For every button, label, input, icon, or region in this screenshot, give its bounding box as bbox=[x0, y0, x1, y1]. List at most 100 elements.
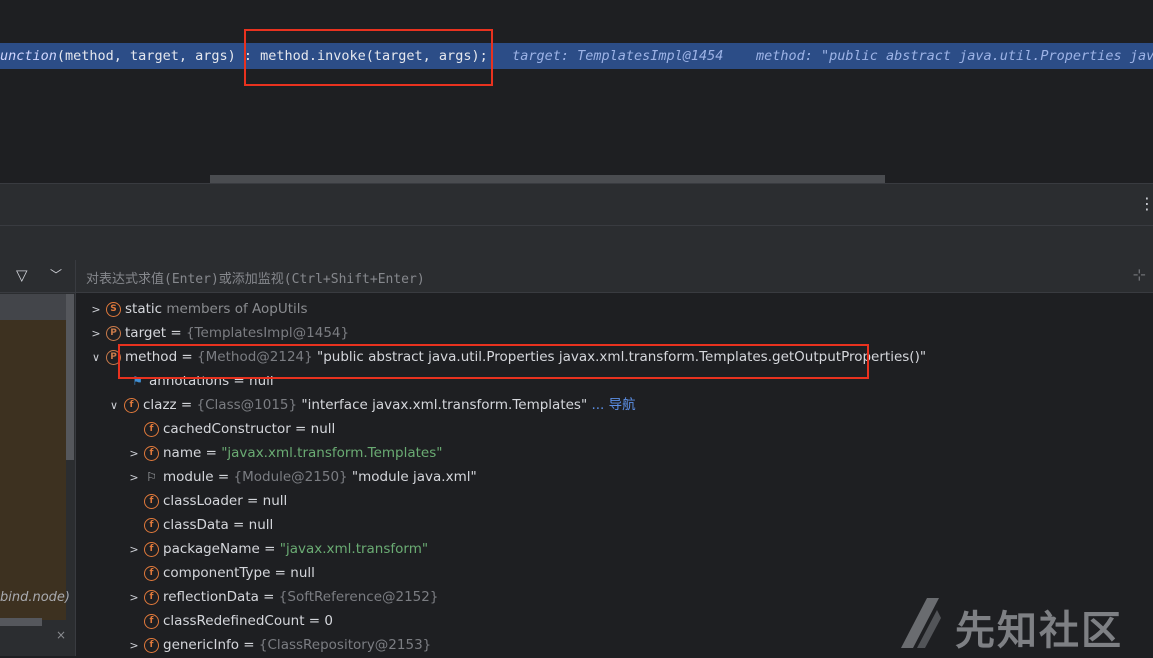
tree-row-packageName[interactable]: > f packageName = "javax.xml.transform" bbox=[126, 537, 428, 561]
var-ref: {Class@1015} bbox=[196, 397, 298, 413]
field-icon: f bbox=[144, 541, 159, 557]
equals: = bbox=[176, 397, 197, 413]
parameter-icon: P bbox=[106, 349, 121, 365]
var-name: componentType bbox=[163, 565, 271, 581]
tree-row-classLoader[interactable]: f classLoader = null bbox=[142, 489, 287, 513]
parameter-icon: P bbox=[106, 325, 121, 341]
var-string: "interface javax.xml.transform.Templates… bbox=[297, 397, 588, 413]
var-ref: {SoftReference@2152} bbox=[278, 589, 439, 605]
static-icon: S bbox=[106, 301, 121, 317]
var-name: packageName bbox=[163, 541, 260, 557]
code-editor[interactable]: unction(method, target, args) : method.i… bbox=[0, 0, 1153, 183]
variables-panel: 对表达式求值(Enter)或添加监视(Ctrl+Shift+Enter) ⊹ >… bbox=[75, 260, 1153, 656]
tree-row-annotations[interactable]: ⚑ annotations = null bbox=[128, 373, 274, 393]
add-watch-icon[interactable]: ⊹ bbox=[1133, 267, 1146, 283]
frames-horizontal-scrollbar[interactable] bbox=[0, 618, 42, 626]
var-name: target bbox=[125, 325, 167, 341]
var-ref: {Module@2150} bbox=[233, 469, 348, 485]
evaluate-input[interactable]: 对表达式求值(Enter)或添加监视(Ctrl+Shift+Enter) bbox=[86, 268, 425, 287]
field-icon: f bbox=[144, 445, 159, 461]
var-name: classLoader bbox=[163, 493, 243, 509]
expand-icon[interactable]: > bbox=[126, 538, 142, 562]
equals: = bbox=[177, 349, 198, 365]
equals: = bbox=[166, 325, 186, 341]
tree-row-reflectionData[interactable]: > f reflectionData = {SoftReference@2152} bbox=[126, 585, 438, 609]
tree-row-target[interactable]: > Ptarget = {TemplatesImpl@1454} bbox=[88, 321, 349, 345]
more-vertical-icon[interactable]: ⋮ bbox=[1139, 194, 1153, 214]
var-name: module bbox=[163, 469, 214, 485]
tree-row-cachedConstructor[interactable]: f cachedConstructor = null bbox=[142, 417, 335, 441]
var-name: method bbox=[125, 349, 178, 365]
function-args: (method, target, args) bbox=[56, 48, 244, 64]
field-icon: f bbox=[124, 397, 139, 413]
equals: = bbox=[259, 541, 280, 557]
frames-vertical-scrollbar[interactable] bbox=[66, 294, 74, 460]
frames-list[interactable] bbox=[0, 320, 66, 620]
evaluate-expression-bar[interactable]: 对表达式求值(Enter)或添加监视(Ctrl+Shift+Enter) ⊹ bbox=[76, 260, 1153, 293]
navigate-link[interactable]: ... 导航 bbox=[587, 397, 635, 413]
frames-panel: ▽ ﹀ bind.node) × bbox=[0, 260, 75, 656]
var-value: null bbox=[249, 373, 274, 389]
equals: = bbox=[228, 517, 249, 533]
expand-icon[interactable]: > bbox=[88, 298, 104, 322]
var-name: classData bbox=[163, 517, 229, 533]
row-rest: members of AopUtils bbox=[162, 301, 308, 317]
tree-row-module[interactable]: > ⚐ module = {Module@2150} "module java.xm… bbox=[126, 465, 476, 490]
watermark-text: 先知社区 bbox=[955, 608, 1123, 654]
editor-horizontal-scrollbar[interactable] bbox=[210, 175, 885, 183]
var-string: "javax.xml.transform" bbox=[279, 541, 429, 557]
close-icon[interactable]: × bbox=[56, 628, 66, 642]
chevron-down-icon[interactable]: ﹀ bbox=[50, 267, 62, 283]
separator: : bbox=[243, 48, 252, 64]
expand-icon[interactable]: > bbox=[126, 466, 142, 490]
field-icon: f bbox=[144, 565, 159, 581]
function-name: unction bbox=[0, 48, 57, 64]
var-name: name bbox=[163, 445, 202, 461]
var-ref: {ClassRepository@2153} bbox=[258, 637, 432, 653]
inline-hint-target: target: TemplatesImpl@1454 bbox=[512, 48, 724, 64]
equals: = bbox=[242, 493, 263, 509]
tree-row-genericInfo[interactable]: > f genericInfo = {ClassRepository@2153} bbox=[126, 633, 431, 657]
expand-icon[interactable]: > bbox=[88, 322, 104, 346]
expand-icon[interactable]: > bbox=[126, 634, 142, 658]
var-string: "javax.xml.transform.Templates" bbox=[221, 445, 443, 461]
collapse-icon[interactable]: ∨ bbox=[106, 394, 122, 418]
var-ref: {Method@2124} bbox=[197, 349, 313, 365]
tree-row-clazz[interactable]: ∨ f clazz = {Class@1015} "interface javax.… bbox=[106, 393, 636, 417]
frames-filter-row: ▽ ﹀ bbox=[0, 260, 75, 293]
filter-icon[interactable]: ▽ bbox=[16, 267, 32, 283]
var-string: "public abstract java.util.Properties ja… bbox=[312, 349, 927, 365]
row-prefix: static bbox=[125, 301, 163, 317]
equals: = bbox=[290, 421, 311, 437]
tree-row-componentType[interactable]: f componentType = null bbox=[142, 561, 315, 585]
var-ref: {TemplatesImpl@1454} bbox=[185, 325, 350, 341]
expand-icon[interactable]: > bbox=[126, 442, 142, 466]
field-icon: f bbox=[144, 613, 159, 629]
field-icon: f bbox=[144, 421, 159, 437]
var-name: cachedConstructor bbox=[163, 421, 291, 437]
var-name: classRedefinedCount bbox=[163, 613, 305, 629]
tree-row-method[interactable]: ∨ Pmethod = {Method@2124} "public abstrac… bbox=[88, 345, 926, 369]
frame-label: bind.node) bbox=[0, 590, 71, 605]
tree-row-static-members[interactable]: > Sstatic members of AopUtils bbox=[88, 297, 308, 322]
var-value: null bbox=[262, 493, 288, 509]
var-value: null bbox=[310, 421, 336, 437]
code-fragment: ... bbox=[112, 174, 134, 183]
selected-frame[interactable] bbox=[0, 294, 66, 320]
field-icon: f bbox=[144, 589, 159, 605]
expand-icon[interactable]: > bbox=[126, 586, 142, 610]
field-icon: f bbox=[144, 517, 159, 533]
var-value: 0 bbox=[324, 613, 333, 629]
equals: = bbox=[270, 565, 291, 581]
tree-row-classRedefinedCount[interactable]: f classRedefinedCount = 0 bbox=[142, 609, 333, 633]
equals: = bbox=[304, 613, 325, 629]
tree-row-classData[interactable]: f classData = null bbox=[142, 513, 273, 537]
field-icon: f bbox=[144, 637, 159, 653]
invoke-call: method.invoke(target, args); bbox=[260, 48, 488, 64]
equals: = bbox=[213, 469, 234, 485]
tree-row-name[interactable]: > f name = "javax.xml.transform.Templates" bbox=[126, 441, 442, 465]
equals: = bbox=[229, 373, 250, 389]
var-value: null bbox=[248, 517, 274, 533]
execution-line[interactable]: unction(method, target, args) : method.i… bbox=[0, 43, 1153, 69]
collapse-icon[interactable]: ∨ bbox=[88, 346, 104, 370]
